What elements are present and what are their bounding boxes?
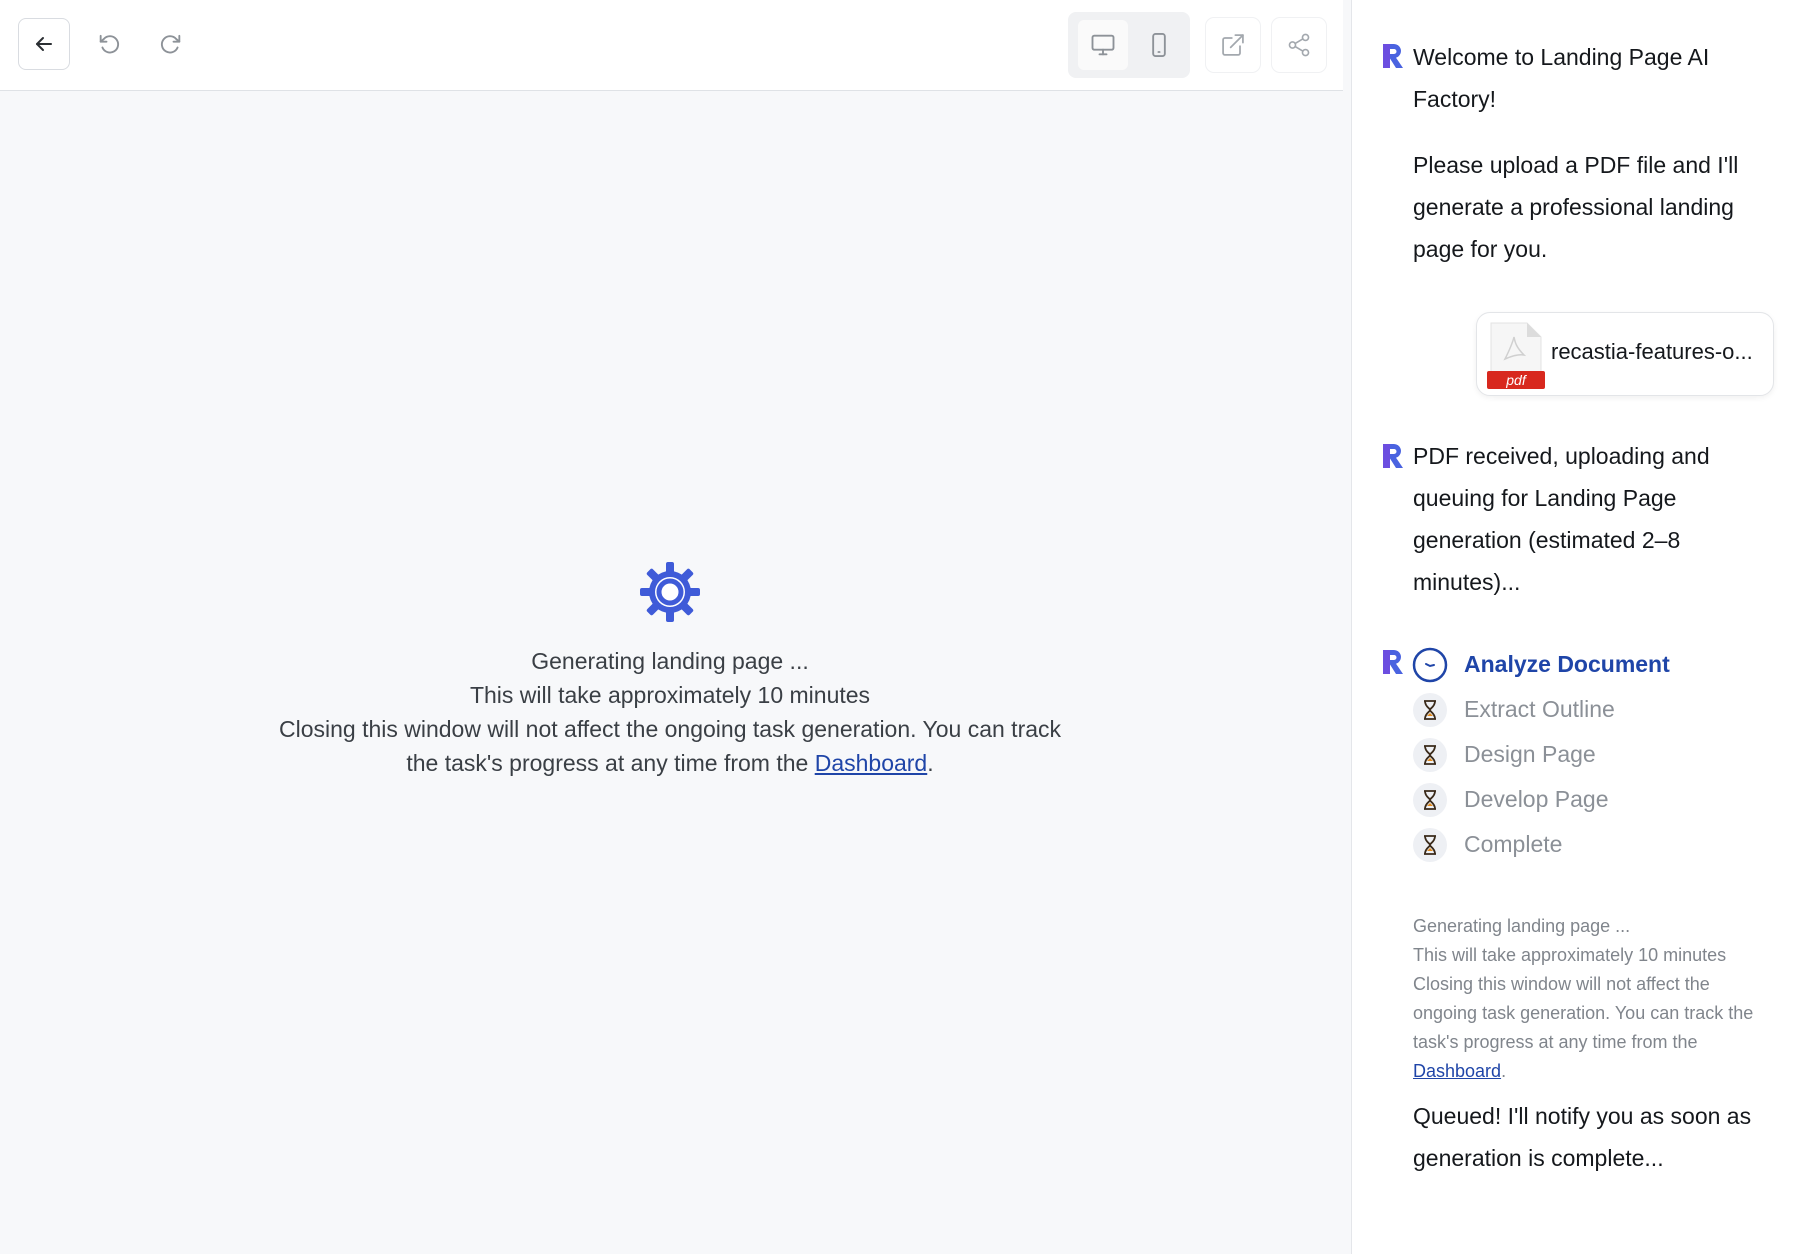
arrow-left-icon <box>36 37 52 51</box>
external-link-icon <box>1222 34 1244 56</box>
preview-toolbar <box>0 0 1343 91</box>
step-label: Analyze Document <box>1464 651 1670 677</box>
step-label: Design Page <box>1464 741 1596 767</box>
bot-logo-icon <box>1383 650 1403 674</box>
generating-note: Closing this window will not affect the … <box>278 716 1062 776</box>
back-button[interactable] <box>18 18 70 70</box>
step-analyze-document: Analyze Document <box>1412 642 1772 687</box>
share-button[interactable] <box>1272 18 1326 72</box>
note-duration: This will take approximately 10 minutes <box>1413 945 1727 965</box>
queued-message: Queued! I'll notify you as soon as gener… <box>1413 1103 1752 1171</box>
dashboard-link[interactable]: Dashboard <box>815 750 928 776</box>
generating-title: Generating landing page ... <box>531 648 809 674</box>
generation-status: Generating landing page ... This will ta… <box>270 560 1070 780</box>
bot-logo-icon <box>1383 44 1403 68</box>
monitor-icon <box>1091 34 1115 56</box>
pdf-received-message: PDF received, uploading and queuing for … <box>1413 443 1710 595</box>
note-title: Generating landing page ... <box>1413 916 1631 936</box>
dashboard-link[interactable]: Dashboard <box>1413 1061 1501 1081</box>
gear-icon <box>640 562 700 622</box>
file-name: recastia-features-o... <box>1551 339 1753 364</box>
generating-duration: This will take approximately 10 minutes <box>469 682 871 708</box>
welcome-body: Please upload a PDF file and I'll genera… <box>1413 152 1739 262</box>
pdf-file-icon: pdf <box>1487 322 1545 389</box>
step-label: Extract Outline <box>1464 696 1615 722</box>
step-label: Complete <box>1464 831 1563 857</box>
undo-button[interactable] <box>90 24 130 64</box>
generation-note: Generating landing page ... This will ta… <box>1413 912 1773 1086</box>
mobile-view-button[interactable] <box>1134 20 1184 70</box>
welcome-title: Welcome to Landing Page AI Factory! <box>1413 44 1710 112</box>
preview-pane: Generating landing page ... This will ta… <box>0 0 1351 1254</box>
pdf-badge: pdf <box>1505 372 1528 388</box>
note-body: Closing this window will not affect the … <box>1413 974 1754 1081</box>
hourglass-icon <box>1412 692 1448 728</box>
chat-panel: Welcome to Landing Page AI Factory! Plea… <box>1352 0 1800 1254</box>
smartphone-icon <box>1152 32 1166 58</box>
hourglass-icon <box>1412 737 1448 773</box>
bot-logo-icon <box>1383 444 1403 468</box>
step-develop-page: Develop Page <box>1412 777 1772 822</box>
redo-button[interactable] <box>150 24 190 64</box>
hourglass-icon <box>1412 827 1448 863</box>
redo-icon <box>161 34 181 54</box>
step-complete: Complete <box>1412 822 1772 867</box>
hourglass-icon <box>1412 782 1448 818</box>
welcome-message: Welcome to Landing Page AI Factory! Plea… <box>1413 36 1773 270</box>
uploaded-file-card[interactable]: pdf recastia-features-o... <box>1476 312 1774 396</box>
step-extract-outline: Extract Outline <box>1412 687 1772 732</box>
progress-steps: Analyze Document Extract Outline Design … <box>1412 642 1772 867</box>
undo-icon <box>99 34 119 54</box>
step-design-page: Design Page <box>1412 732 1772 777</box>
clock-icon <box>1412 647 1448 683</box>
desktop-view-button[interactable] <box>1078 20 1128 70</box>
open-external-button[interactable] <box>1206 18 1260 72</box>
share-icon <box>1288 33 1310 57</box>
step-label: Develop Page <box>1464 786 1609 812</box>
